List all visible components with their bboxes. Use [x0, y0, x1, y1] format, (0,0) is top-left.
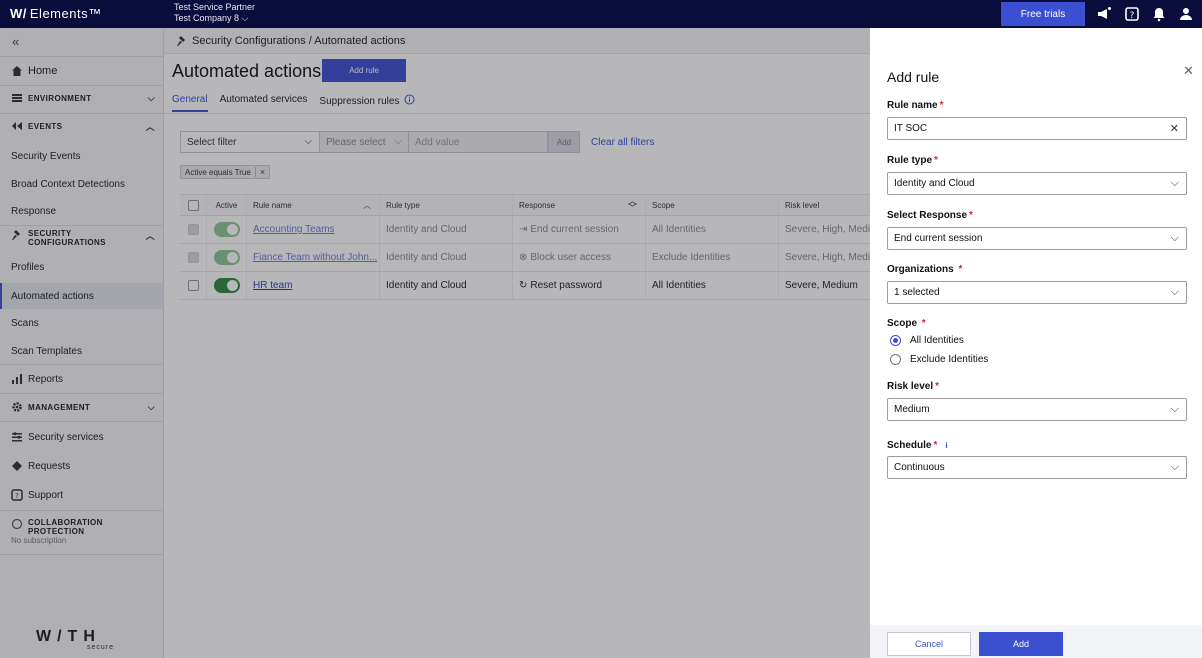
- rule-name-input[interactable]: IT SOC ✕: [887, 117, 1187, 140]
- chevron-down-icon: ⌵: [1170, 286, 1179, 298]
- scope-option-exclude-identities[interactable]: Exclude Identities: [890, 354, 988, 365]
- required-marker: *: [921, 318, 926, 329]
- add-button[interactable]: Add: [979, 632, 1063, 656]
- brand-name: Elements™: [29, 6, 102, 21]
- chevron-down-icon: ⌵: [1170, 403, 1179, 415]
- select-response-label: Select Response *: [887, 210, 973, 221]
- label-text: Rule type: [887, 155, 933, 166]
- modal-backdrop[interactable]: [0, 28, 870, 658]
- chevron-down-icon: ⌵: [1170, 232, 1179, 244]
- rule-type-label: Rule type *: [887, 155, 938, 166]
- brand-mark: W/: [10, 6, 27, 21]
- risk-level-value: Medium: [894, 404, 930, 415]
- response-select[interactable]: End current session ⌵: [887, 227, 1187, 250]
- required-marker: *: [958, 264, 963, 275]
- clear-input-icon[interactable]: ✕: [1170, 122, 1179, 135]
- rule-name-label: Rule name *: [887, 100, 943, 111]
- organizations-label: Organizations *: [887, 264, 962, 275]
- company-name: Test Company 8: [174, 13, 240, 23]
- schedule-label: Schedule * i: [887, 440, 948, 451]
- svg-text:?: ?: [1130, 11, 1135, 21]
- help-icon[interactable]: ?: [1124, 6, 1140, 22]
- chevron-down-icon: ⌵: [241, 13, 249, 23]
- chevron-down-icon: ⌵: [1170, 177, 1179, 189]
- radio-label: All Identities: [910, 335, 964, 346]
- info-icon[interactable]: i: [945, 441, 947, 450]
- close-icon[interactable]: ✕: [1183, 63, 1194, 79]
- required-marker: *: [935, 381, 940, 392]
- radio-selected[interactable]: [890, 335, 901, 346]
- radio-unselected[interactable]: [890, 354, 901, 365]
- add-rule-panel: Add rule ✕ Rule name * IT SOC ✕ Rule type…: [870, 53, 1202, 658]
- label-text: Rule name: [887, 100, 938, 111]
- schedule-value: Continuous: [894, 462, 945, 473]
- megaphone-icon[interactable]: [1096, 6, 1112, 22]
- response-value: End current session: [894, 233, 983, 244]
- scope-label: Scope *: [887, 318, 926, 329]
- partner-name: Test Service Partner: [174, 2, 256, 12]
- required-marker: *: [933, 440, 938, 451]
- label-text: Scope: [887, 318, 918, 329]
- rule-name-value: IT SOC: [894, 123, 928, 134]
- rule-type-select[interactable]: Identity and Cloud ⌵: [887, 172, 1187, 195]
- user-icon[interactable]: [1178, 6, 1194, 22]
- label-text: Schedule: [887, 440, 932, 451]
- organizations-select[interactable]: 1 selected ⌵: [887, 281, 1187, 304]
- label-text: Organizations: [887, 264, 954, 275]
- required-marker: *: [934, 155, 938, 166]
- schedule-select[interactable]: Continuous ⌵: [887, 456, 1187, 479]
- organizations-value: 1 selected: [894, 287, 940, 298]
- app-logo[interactable]: W/Elements™: [10, 6, 102, 21]
- label-text: Select Response: [887, 210, 968, 221]
- risk-level-label: Risk level *: [887, 381, 939, 392]
- cancel-button[interactable]: Cancel: [887, 632, 971, 656]
- panel-title: Add rule: [887, 69, 940, 85]
- bell-icon[interactable]: [1151, 6, 1167, 22]
- required-marker: *: [939, 100, 944, 111]
- chevron-down-icon: ⌵: [1170, 461, 1179, 473]
- panel-footer: Cancel Add: [870, 625, 1202, 658]
- rule-type-value: Identity and Cloud: [894, 178, 975, 189]
- label-text: Risk level: [887, 381, 934, 392]
- organization-selector[interactable]: Test Service Partner Test Company 8 ⌵: [174, 2, 255, 24]
- scope-option-all-identities[interactable]: All Identities: [890, 335, 964, 346]
- free-trials-button[interactable]: Free trials: [1001, 2, 1085, 26]
- top-bar: W/Elements™ Test Service Partner Test Co…: [0, 0, 1202, 28]
- risk-level-select[interactable]: Medium ⌵: [887, 398, 1187, 421]
- required-marker: *: [969, 210, 973, 221]
- radio-label: Exclude Identities: [910, 354, 989, 365]
